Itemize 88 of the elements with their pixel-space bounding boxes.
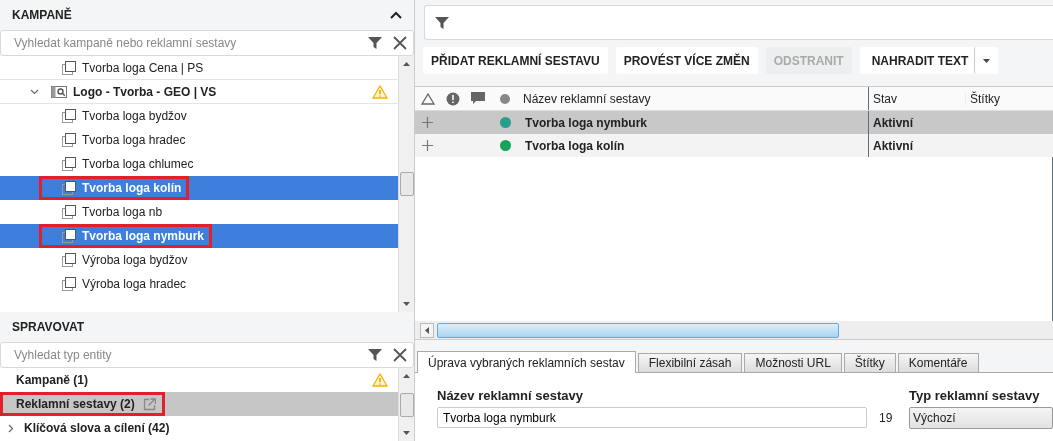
close-icon[interactable] — [393, 348, 407, 362]
scrollbar-thumb[interactable] — [399, 172, 414, 196]
plus-icon[interactable] — [422, 140, 433, 151]
ad-group-name: Tvorba loga bydžov — [82, 108, 187, 123]
tree-item[interactable]: Výroba loga hradec — [0, 272, 398, 296]
ad-group-name: Tvorba loga nb — [82, 204, 163, 219]
tree-item[interactable]: Tvorba loga chlumec — [0, 152, 398, 176]
table-cell-text: Tvorba loga nymburk — [524, 115, 649, 130]
triangle-icon — [420, 92, 435, 105]
horizontal-scrollbar[interactable] — [415, 321, 1053, 340]
scroll-up-icon[interactable] — [403, 374, 410, 378]
search-input[interactable]: Vyhledat typ entity — [1, 347, 357, 363]
search-field[interactable]: Vyhledat typ entity — [0, 342, 414, 368]
scroll-down-icon[interactable] — [403, 302, 410, 306]
stacked-squares-icon — [62, 276, 76, 291]
caret-icon — [983, 58, 991, 63]
column-header[interactable]: Název reklamní sestavy — [520, 91, 651, 106]
stacked-squares-icon — [62, 180, 76, 195]
ad-group-name: Tvorba loga hradec — [82, 132, 186, 147]
filter-icon[interactable] — [367, 35, 383, 51]
window-magnifier-icon — [51, 85, 67, 98]
ad-group-name: Tvorba loga Cena | PS — [82, 60, 204, 75]
search-field[interactable]: Vyhledat kampaně nebo reklamní sestavy — [0, 30, 414, 56]
table-cell: Aktivní — [868, 134, 965, 157]
stacked-squares-icon — [62, 228, 76, 243]
tree-item[interactable]: Tvorba loga hradec — [0, 128, 398, 152]
field-label: Název reklamní sestavy — [437, 388, 584, 403]
toolbar-button[interactable]: PROVÉST VÍCE ZMĚN — [615, 47, 758, 74]
tree-item[interactable]: Tvorba loga bydžov — [0, 104, 398, 128]
panel-title: SPRAVOVAT — [12, 320, 84, 334]
stacked-squares-icon — [62, 132, 76, 147]
plus-icon[interactable] — [422, 117, 433, 128]
filter-icon[interactable] — [434, 14, 450, 31]
stacked-squares-icon — [62, 204, 76, 219]
vertical-scrollbar[interactable] — [398, 368, 414, 441]
tree-item[interactable]: Tvorba loga nymburk — [0, 224, 398, 248]
stacked-squares-icon — [62, 252, 76, 267]
toolbar-button[interactable]: PŘIDAT REKLAMNÍ SESTAVU — [423, 47, 608, 74]
tree-item[interactable]: Tvorba loga nb — [0, 200, 398, 224]
type-dropdown[interactable]: Výchozí — [909, 407, 1053, 429]
exclamation-icon — [445, 91, 460, 106]
chevron-down-icon[interactable] — [30, 88, 39, 95]
table-cell-text: Tvorba loga kolín — [524, 138, 626, 153]
collapse-icon[interactable] — [390, 11, 402, 19]
entity-type-item[interactable]: Reklamní sestavy (2) — [0, 392, 398, 416]
stacked-squares-icon — [62, 156, 76, 171]
entity-type-label: Kampaně (1) — [16, 373, 89, 387]
column-header[interactable]: Stav — [868, 87, 965, 110]
tree-item[interactable]: Tvorba loga kolín — [0, 176, 398, 200]
scrollbar-thumb[interactable] — [437, 322, 839, 338]
field-label: Typ reklamní sestavy — [909, 388, 1041, 403]
status-dot-icon — [500, 93, 510, 104]
close-icon[interactable] — [393, 36, 407, 50]
character-count: 19 — [878, 411, 894, 425]
ad-group-name: Tvorba loga kolín — [82, 180, 182, 195]
entity-type-item[interactable]: Kampaně (1) — [0, 368, 398, 392]
ad-group-name: Výroba loga bydžov — [82, 252, 188, 267]
ad-group-name: Tvorba loga nymburk — [82, 228, 205, 243]
campaign-name: Logo - Tvorba - GEO | VS — [73, 84, 217, 99]
scroll-down-icon[interactable] — [403, 431, 410, 435]
filter-icon[interactable] — [367, 347, 383, 363]
tree-item[interactable]: Logo - Tvorba - GEO | VS — [0, 80, 398, 104]
tree-item[interactable]: Tvorba loga Cena | PS — [0, 56, 398, 80]
column-header[interactable]: Štítky — [965, 91, 1053, 106]
ad-group-name: Výroba loga hradec — [82, 276, 187, 291]
tab[interactable]: Flexibilní zásah — [637, 353, 743, 372]
scrollbar-thumb[interactable] — [399, 392, 414, 417]
table-row[interactable]: Tvorba loga kolín Aktivní — [415, 134, 1053, 157]
vertical-scrollbar[interactable] — [398, 56, 414, 312]
search-input[interactable]: Vyhledat kampaně nebo reklamní sestavy — [1, 35, 357, 51]
stacked-squares-icon — [62, 60, 76, 75]
comment-icon — [470, 92, 485, 105]
name-input-field[interactable]: Tvorba loga nymburk — [437, 407, 867, 428]
scroll-up-icon[interactable] — [403, 62, 410, 66]
tree-item[interactable]: Výroba loga bydžov — [0, 248, 398, 272]
entity-type-item[interactable]: Klíčová slova a cílení (42) — [0, 416, 398, 440]
chevron-right-icon[interactable] — [8, 423, 14, 433]
tab[interactable]: Úprava vybraných reklamních sestav — [417, 351, 636, 373]
entity-type-label: Klíčová slova a cílení (42) — [24, 421, 170, 435]
tab[interactable]: Možnosti URL — [744, 353, 842, 372]
panel-title: KAMPANĚ — [12, 8, 72, 22]
tab[interactable]: Štítky — [843, 353, 896, 372]
stacked-squares-icon — [62, 108, 76, 123]
tab[interactable]: Komentáře — [897, 353, 979, 372]
scroll-left-icon[interactable] — [425, 326, 429, 334]
entity-type-label: Reklamní sestavy (2) — [16, 397, 135, 411]
table-row[interactable]: Tvorba loga nymburk Aktivní — [415, 111, 1053, 134]
ad-group-name: Tvorba loga chlumec — [82, 156, 194, 171]
